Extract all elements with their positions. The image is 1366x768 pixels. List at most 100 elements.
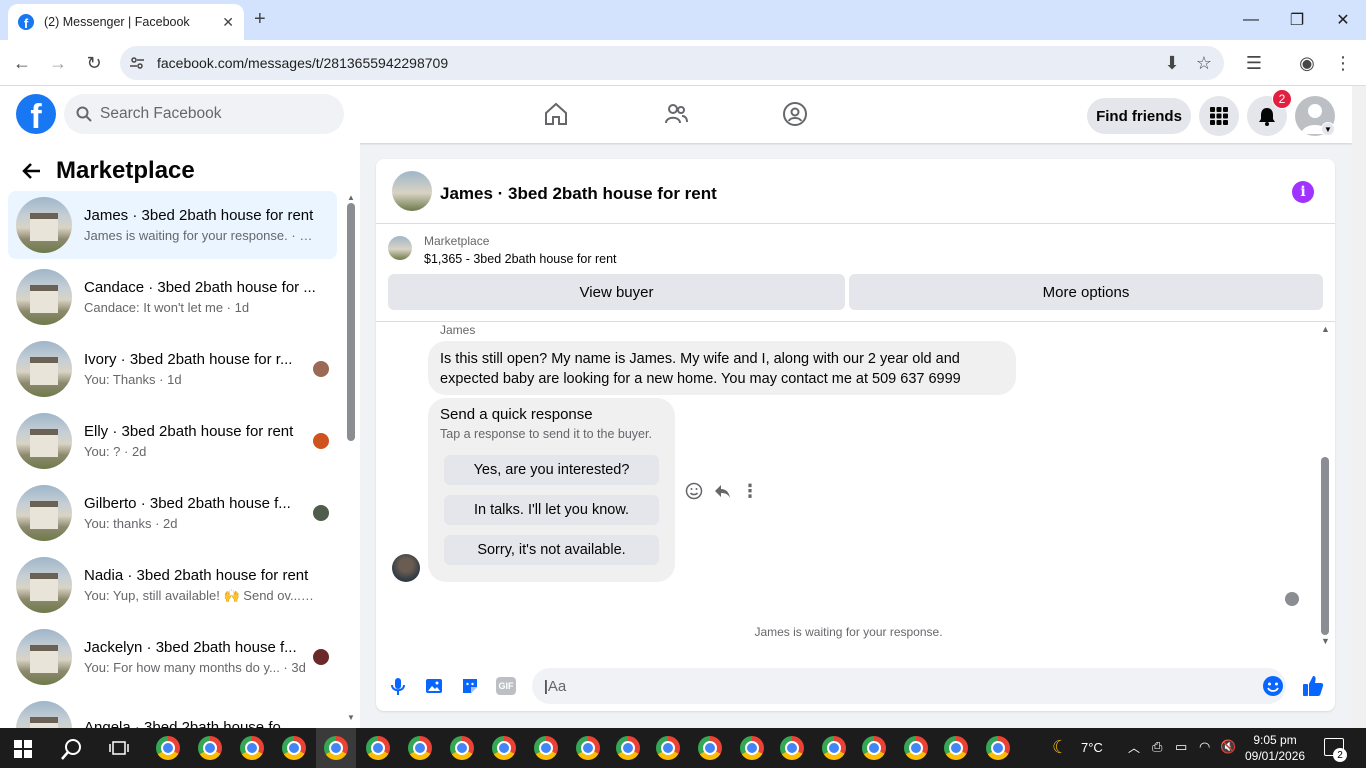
chrome-taskbar-icon[interactable] — [944, 736, 968, 760]
chrome-taskbar-icon[interactable] — [986, 736, 1010, 760]
listing-thumbnail — [16, 557, 72, 613]
tab-title: (2) Messenger | Facebook — [44, 15, 190, 29]
conversation-item[interactable]: Angela · 3bed 2bath house fo... — [8, 695, 337, 728]
sender-avatar[interactable] — [392, 554, 420, 582]
friends-icon[interactable] — [656, 94, 696, 134]
more-options-button[interactable]: More options — [849, 274, 1323, 310]
weather-temperature[interactable]: 7°C — [1081, 740, 1103, 755]
scroll-down-icon[interactable]: ▼ — [347, 713, 355, 722]
restore-icon[interactable]: ❐ — [1274, 8, 1320, 32]
wifi-icon[interactable]: ◠ — [1199, 739, 1210, 755]
chrome-taskbar-icon[interactable] — [198, 736, 222, 760]
microphone-icon[interactable] — [385, 673, 411, 699]
sticker-icon[interactable] — [457, 673, 483, 699]
conversation-item[interactable]: Ivory · 3bed 2bath house for r... You: Th… — [8, 335, 337, 403]
close-tab-icon[interactable]: ✕ — [222, 14, 234, 31]
search-input[interactable]: Search Facebook — [100, 105, 222, 123]
weather-moon-icon[interactable]: ☾ — [1052, 737, 1068, 758]
install-app-icon[interactable]: ⬇ — [1159, 50, 1185, 76]
site-info-icon[interactable] — [128, 54, 146, 72]
quick-response-option[interactable]: Yes, are you interested? — [444, 455, 659, 485]
chrome-taskbar-icon[interactable] — [862, 736, 886, 760]
reading-list-icon[interactable]: ☰ — [1241, 50, 1267, 76]
minimize-icon[interactable]: — — [1228, 8, 1274, 32]
chat-avatar[interactable] — [392, 171, 432, 211]
page-scrollbar[interactable] — [1352, 86, 1366, 728]
chrome-taskbar-icon[interactable] — [576, 736, 600, 760]
facebook-header: f Search Facebook Find friends 2 ▼ — [0, 86, 1352, 143]
photo-icon[interactable] — [421, 673, 447, 699]
taskbar-search-icon[interactable] — [61, 738, 83, 760]
facebook-logo-icon[interactable]: f — [16, 94, 56, 134]
chrome-taskbar-icon[interactable] — [240, 736, 264, 760]
info-icon[interactable]: i — [1292, 181, 1314, 203]
listing-title[interactable]: $1,365 - 3bed 2bath house for rent — [424, 252, 617, 266]
view-buyer-button[interactable]: View buyer — [388, 274, 845, 310]
battery-icon[interactable]: ▭ — [1175, 739, 1187, 755]
chrome-taskbar-icon[interactable] — [822, 736, 846, 760]
chrome-taskbar-icon[interactable] — [408, 736, 432, 760]
browser-menu-icon[interactable]: ⋮ — [1330, 50, 1356, 76]
conversation-item[interactable]: Gilberto · 3bed 2bath house f... You: tha… — [8, 479, 337, 547]
more-actions-icon[interactable]: ⋮ — [740, 481, 760, 501]
chat-title[interactable]: James · 3bed 2bath house for rent — [440, 184, 717, 204]
chrome-taskbar-icon[interactable] — [366, 736, 390, 760]
menu-grid-icon[interactable] — [1199, 96, 1239, 136]
task-view-icon[interactable] — [109, 739, 129, 757]
conversation-item[interactable]: James · 3bed 2bath house for rent James i… — [8, 191, 337, 259]
chrome-taskbar-icon[interactable] — [450, 736, 474, 760]
tray-device-icon[interactable]: ⎙ — [1152, 739, 1162, 755]
chrome-taskbar-icon[interactable] — [656, 736, 680, 760]
chrome-taskbar-icon[interactable] — [904, 736, 928, 760]
message-bubble[interactable]: Is this still open? My name is James. My… — [428, 341, 1016, 395]
search-box[interactable]: Search Facebook — [64, 94, 344, 134]
reload-icon[interactable]: ↻ — [81, 50, 107, 76]
chrome-taskbar-icon[interactable] — [492, 736, 516, 760]
gif-icon[interactable]: GIF — [493, 673, 519, 699]
forward-icon[interactable]: → — [45, 50, 71, 76]
tray-chevron-up-icon[interactable]: ︿ — [1128, 739, 1140, 756]
home-icon[interactable] — [536, 94, 576, 134]
emoji-icon[interactable] — [1260, 673, 1286, 699]
profile-icon[interactable]: ◉ — [1294, 50, 1320, 76]
chrome-taskbar-icon[interactable] — [156, 736, 180, 760]
chrome-taskbar-icon[interactable] — [740, 736, 764, 760]
facebook-favicon-icon: f — [18, 14, 34, 30]
account-chevron-down-icon[interactable]: ▼ — [1321, 122, 1335, 136]
url-text[interactable]: facebook.com/messages/t/2813655942298709 — [157, 55, 448, 71]
conversation-snippet: You: Thanks · 1d — [84, 372, 182, 387]
system-clock[interactable]: 9:05 pm 09/01/2026 — [1245, 732, 1305, 764]
quick-response-option[interactable]: Sorry, it's not available. — [444, 535, 659, 565]
conversation-item[interactable]: Jackelyn · 3bed 2bath house f... You: For… — [8, 623, 337, 691]
close-window-icon[interactable]: ✕ — [1320, 8, 1366, 32]
quick-response-option[interactable]: In talks. I'll let you know. — [444, 495, 659, 525]
chrome-taskbar-icon[interactable] — [324, 736, 348, 760]
conversation-item[interactable]: Nadia · 3bed 2bath house for rent You: Yu… — [8, 551, 337, 619]
chrome-taskbar-icon[interactable] — [534, 736, 558, 760]
conversation-item[interactable]: Elly · 3bed 2bath house for rent You: ? ·… — [8, 407, 337, 475]
sidebar-scrollbar[interactable] — [347, 203, 355, 441]
message-input[interactable]: | Aa — [532, 668, 1286, 704]
chat-scroll-down-icon[interactable]: ▼ — [1321, 636, 1330, 646]
chrome-taskbar-icon[interactable] — [780, 736, 804, 760]
windows-start-icon[interactable] — [14, 740, 32, 758]
chrome-taskbar-icon[interactable] — [282, 736, 306, 760]
chat-scrollbar[interactable] — [1321, 457, 1329, 635]
bookmark-star-icon[interactable]: ☆ — [1191, 50, 1217, 76]
chrome-taskbar-icon[interactable] — [698, 736, 722, 760]
like-thumb-icon[interactable] — [1300, 673, 1326, 699]
browser-tab[interactable]: f (2) Messenger | Facebook ✕ — [8, 4, 244, 40]
chat-scroll-up-icon[interactable]: ▲ — [1321, 324, 1330, 334]
chrome-taskbar-icon[interactable] — [616, 736, 640, 760]
back-icon[interactable]: ← — [9, 50, 35, 76]
speaker-muted-icon[interactable]: 🔇 — [1220, 739, 1236, 755]
new-tab-icon[interactable]: + — [254, 8, 266, 31]
react-emoji-icon[interactable] — [684, 481, 704, 501]
find-friends-button[interactable]: Find friends — [1087, 98, 1191, 134]
scroll-up-icon[interactable]: ▲ — [347, 193, 355, 202]
conversation-item[interactable]: Candace · 3bed 2bath house for ... Candac… — [8, 263, 337, 331]
seen-avatar — [313, 433, 329, 449]
reply-icon[interactable] — [712, 481, 732, 501]
groups-icon[interactable] — [775, 94, 815, 134]
back-arrow-icon[interactable] — [22, 161, 42, 181]
